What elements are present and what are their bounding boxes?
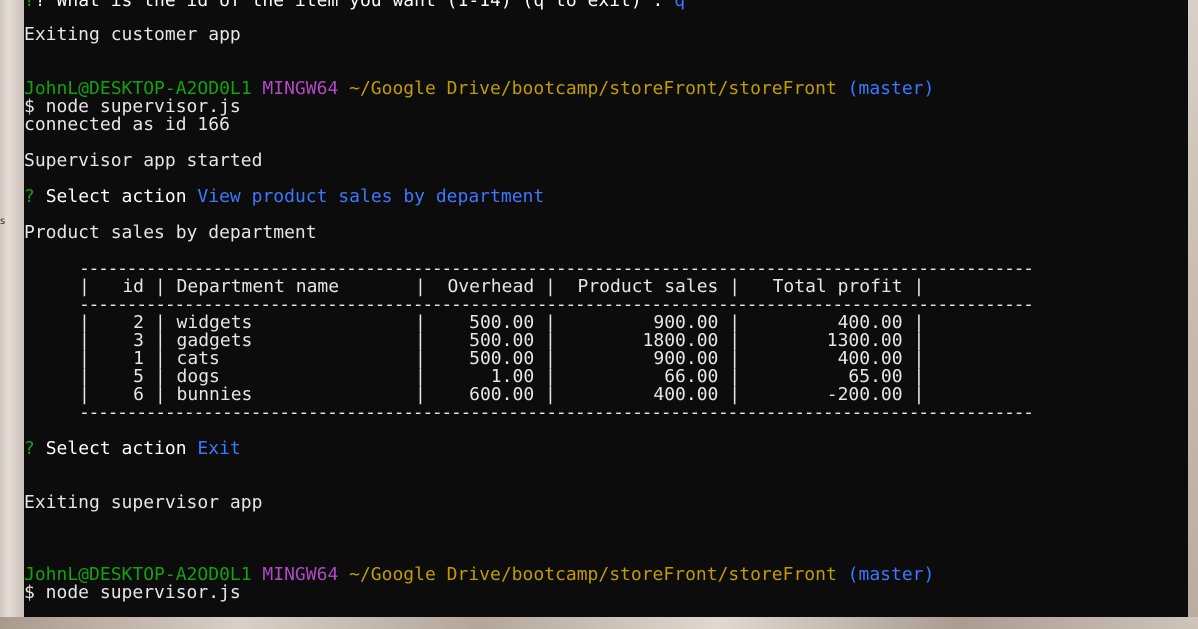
started-text: Supervisor app started [24,150,263,171]
desktop-background-bottom [0,617,1198,629]
exit-customer-text: Exiting customer app [24,24,241,45]
desktop-icon-fragment: s [0,216,6,227]
command-line-2[interactable]: $ node supervisor.js [24,584,241,602]
table-border-bottom: ----------------------------------------… [79,402,1034,423]
select-action-line-1: ? Select action View product sales by de… [24,186,545,207]
connected-text: connected as id 166 [24,114,230,135]
previous-prompt-line: ?? What is the id of the item you want (… [24,0,686,11]
select-action-line-2: ? Select action Exit [24,438,241,459]
terminal-window[interactable]: ?? What is the id of the item you want (… [24,0,1188,617]
desktop-background [1188,0,1198,617]
sales-heading: Product sales by department [24,222,317,243]
exit-supervisor-text: Exiting supervisor app [24,492,263,513]
